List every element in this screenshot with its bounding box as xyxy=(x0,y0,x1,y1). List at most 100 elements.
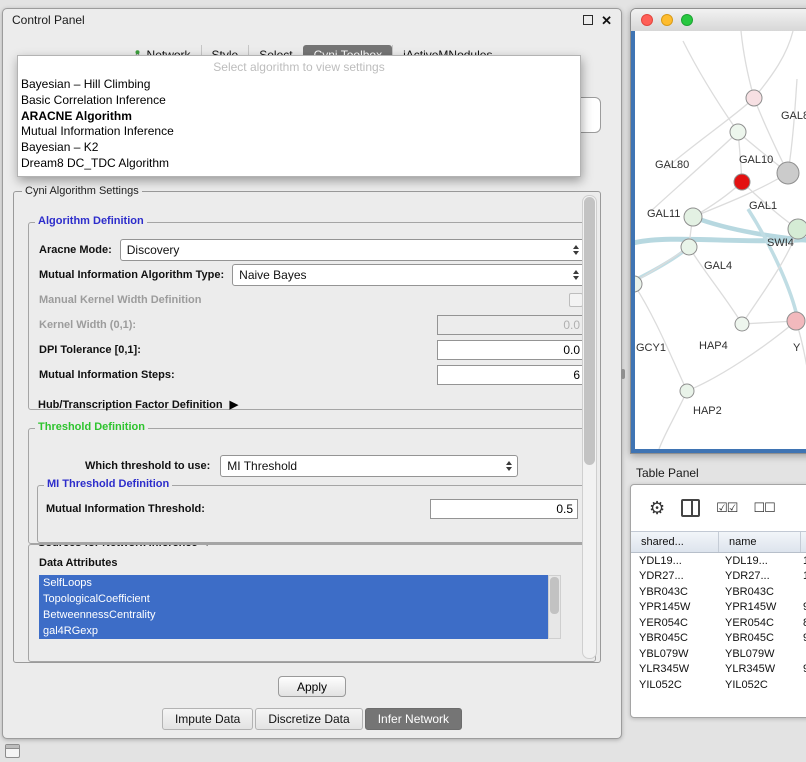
algorithm-option-mutual-information-inference[interactable]: Mutual Information Inference xyxy=(18,124,580,140)
data-attributes-listbox: SelfLoopsTopologicalCoefficientBetweenne… xyxy=(39,575,561,639)
splitter-handle[interactable] xyxy=(621,369,625,379)
table-row[interactable]: YDL19...YDL19...13 xyxy=(631,553,806,569)
kernel-width-label: Kernel Width (0,1): xyxy=(39,319,136,331)
node-label: HAP4 xyxy=(699,340,728,352)
network-node[interactable] xyxy=(735,317,749,331)
network-node[interactable] xyxy=(684,208,702,226)
cyni-settings-group: Cyni Algorithm Settings Algorithm Defini… xyxy=(13,191,601,663)
table-cell: YIL052C xyxy=(631,679,719,691)
table-cell: YDL19... xyxy=(631,555,719,567)
mi-threshold-input[interactable]: 0.5 xyxy=(430,499,578,519)
table-cell: 9. xyxy=(801,601,806,613)
table-row[interactable]: YLR345WYLR345W9. xyxy=(631,662,806,678)
algorithm-option-aracne-algorithm[interactable]: ARACNE Algorithm xyxy=(18,109,580,125)
node-label: GAL11 xyxy=(647,208,680,220)
table-cell: YER054C xyxy=(719,617,801,629)
data-attribute-item[interactable]: SelfLoops xyxy=(39,575,548,591)
manual-kernel-row: Manual Kernel Width Definition xyxy=(39,287,585,312)
sources-section: Sources for Network Inference ▼ Data Att… xyxy=(28,544,596,662)
network-window: GAL8GAL80GAL10GAL11GAL1SWI4GAL4GCY1HAP4Y… xyxy=(630,8,806,454)
table-row[interactable]: YBL079WYBL079W xyxy=(631,646,806,662)
threshold-select[interactable]: MI Threshold xyxy=(220,455,518,477)
table-row[interactable]: YDR27...YDR27...12 xyxy=(631,569,806,585)
mi-steps-row: Mutual Information Steps: 6 xyxy=(39,362,585,387)
data-attribute-item[interactable]: gal4RGexp xyxy=(39,623,548,639)
mi-threshold-title: MI Threshold Definition xyxy=(44,478,172,490)
node-label: HAP2 xyxy=(693,405,722,417)
popup-placeholder: Select algorithm to view settings xyxy=(18,56,580,77)
columns-icon[interactable] xyxy=(681,499,700,517)
network-edge xyxy=(687,321,796,391)
bottom-tab-impute-data[interactable]: Impute Data xyxy=(162,708,253,730)
select-all-columns-icon[interactable]: ☑☑ xyxy=(716,500,737,516)
threshold-select-value: MI Threshold xyxy=(227,459,501,473)
desktop: Control Panel ✕ NetworkStyleSelectCyni T… xyxy=(0,0,806,762)
table-cell: YLR345W xyxy=(631,663,719,675)
settings-scrollbar[interactable] xyxy=(582,195,597,659)
algorithm-dropdown-popup: Select algorithm to view settings Bayesi… xyxy=(17,55,581,177)
network-node[interactable] xyxy=(734,174,750,190)
table-row[interactable]: YBR045CYBR045C9. xyxy=(631,631,806,647)
mi-threshold-section: MI Threshold Definition Mutual Informati… xyxy=(37,485,587,543)
bottom-tab-discretize-data[interactable]: Discretize Data xyxy=(255,708,362,730)
sources-title-row[interactable]: Sources for Network Inference ▼ xyxy=(35,544,214,549)
mi-type-value: Naive Bayes xyxy=(239,268,568,282)
table-row[interactable]: YER054CYER054C8. xyxy=(631,615,806,631)
algorithm-option-bayesian-hill-climbing[interactable]: Bayesian – Hill Climbing xyxy=(18,77,580,93)
network-edge xyxy=(754,31,793,98)
mi-type-row: Mutual Information Algorithm Type: Naive… xyxy=(39,262,585,287)
node-label: GAL10 xyxy=(739,154,773,166)
node-label: GCY1 xyxy=(636,342,666,354)
dpi-tolerance-input[interactable]: 0.0 xyxy=(437,340,585,360)
panel-corner-icon[interactable] xyxy=(5,744,20,758)
data-attribute-item[interactable]: BetweennessCentrality xyxy=(39,607,548,623)
column-header[interactable] xyxy=(801,532,806,552)
network-node[interactable] xyxy=(680,384,694,398)
control-panel-titlebar: Control Panel ✕ xyxy=(3,9,621,31)
mi-steps-input[interactable]: 6 xyxy=(437,365,585,385)
float-window-icon[interactable] xyxy=(583,15,593,25)
table-row[interactable]: YIL052CYIL052C xyxy=(631,677,806,693)
settings-scrollbar-thumb[interactable] xyxy=(584,197,595,465)
table-row[interactable]: YBR043CYBR043C xyxy=(631,584,806,600)
list-scrollbar[interactable] xyxy=(548,575,561,639)
table-cell: YBR043C xyxy=(719,586,801,598)
data-attribute-item[interactable]: TopologicalCoefficient xyxy=(39,591,548,607)
node-label: GAL1 xyxy=(749,200,777,212)
manual-kernel-checkbox xyxy=(569,293,583,307)
algorithm-option-basic-correlation-inference[interactable]: Basic Correlation Inference xyxy=(18,93,580,109)
network-node[interactable] xyxy=(787,312,805,330)
group-title: Cyni Algorithm Settings xyxy=(22,185,142,197)
table-cell: YBR043C xyxy=(631,586,719,598)
algorithm-option-dream8-dc-tdc-algorithm[interactable]: Dream8 DC_TDC Algorithm xyxy=(18,156,580,172)
table-row[interactable]: YPR145WYPR145W9. xyxy=(631,600,806,616)
network-node[interactable] xyxy=(788,219,806,239)
apply-button[interactable]: Apply xyxy=(278,676,346,697)
network-node[interactable] xyxy=(777,162,799,184)
close-traffic-light-icon[interactable] xyxy=(641,14,653,26)
dpi-tolerance-label: DPI Tolerance [0,1]: xyxy=(39,344,141,356)
close-icon[interactable]: ✕ xyxy=(601,14,612,27)
table-cell: YBR045C xyxy=(631,632,719,644)
hub-definition-toggle[interactable]: Hub/Transcription Factor Definition ▶ xyxy=(38,398,238,411)
deselect-all-columns-icon[interactable]: ☐☐ xyxy=(753,500,774,516)
network-canvas[interactable]: GAL8GAL80GAL10GAL11GAL1SWI4GAL4GCY1HAP4Y… xyxy=(635,31,806,449)
network-node[interactable] xyxy=(730,124,746,140)
kernel-width-row: Kernel Width (0,1): 0.0 xyxy=(39,312,585,337)
bottom-tab-infer-network[interactable]: Infer Network xyxy=(365,708,462,730)
column-header[interactable]: name xyxy=(719,532,801,552)
column-header[interactable]: shared... xyxy=(631,532,719,552)
mi-threshold-label: Mutual Information Threshold: xyxy=(46,503,205,515)
gear-icon[interactable]: ⚙ xyxy=(649,499,665,517)
table-cell: YDL19... xyxy=(719,555,801,567)
table-cell: 13 xyxy=(801,555,806,567)
zoom-traffic-light-icon[interactable] xyxy=(681,14,693,26)
algorithm-option-bayesian-k2[interactable]: Bayesian – K2 xyxy=(18,140,580,156)
list-scrollbar-thumb[interactable] xyxy=(550,577,559,614)
network-node[interactable] xyxy=(746,90,762,106)
expand-right-icon: ▶ xyxy=(230,398,238,411)
network-node[interactable] xyxy=(681,239,697,255)
mi-type-select[interactable]: Naive Bayes xyxy=(232,264,585,286)
aracne-mode-select[interactable]: Discovery xyxy=(120,239,585,261)
minimize-traffic-light-icon[interactable] xyxy=(661,14,673,26)
